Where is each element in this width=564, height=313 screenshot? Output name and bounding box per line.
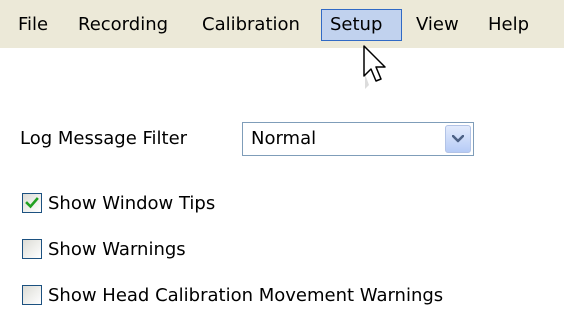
menu-calibration[interactable]: Calibration [194, 9, 308, 41]
settings-panel: Log Message Filter Normal Show Window Ti… [0, 96, 492, 313]
show-window-tips-checkbox[interactable] [22, 193, 42, 213]
mouse-pointer-icon [363, 45, 386, 89]
show-warnings-row[interactable]: Show Warnings [22, 236, 186, 262]
dropdown-arrow-icon [452, 135, 464, 143]
menu-help[interactable]: Help [480, 9, 537, 41]
menu-view[interactable]: View [408, 9, 467, 41]
log-filter-label: Log Message Filter [20, 128, 188, 149]
menu-recording[interactable]: Recording [70, 9, 176, 41]
show-window-tips-row[interactable]: Show Window Tips [22, 190, 215, 216]
menu-bar: File Recording Calibration Setup View He… [0, 0, 564, 48]
log-filter-value: Normal [251, 128, 317, 149]
menu-setup[interactable]: Setup [321, 9, 402, 41]
menu-file[interactable]: File [10, 9, 56, 41]
show-window-tips-label: Show Window Tips [48, 192, 216, 214]
show-head-calibration-warnings-checkbox[interactable] [22, 285, 42, 305]
dropdown-button[interactable] [445, 125, 471, 153]
show-head-calibration-warnings-label: Show Head Calibration Movement Warnings [48, 284, 444, 306]
show-head-calibration-warnings-row[interactable]: Show Head Calibration Movement Warnings [22, 282, 443, 308]
show-warnings-label: Show Warnings [48, 238, 186, 260]
show-warnings-checkbox[interactable] [22, 239, 42, 259]
log-filter-select[interactable]: Normal [242, 122, 474, 156]
checkmark-icon [25, 197, 39, 209]
